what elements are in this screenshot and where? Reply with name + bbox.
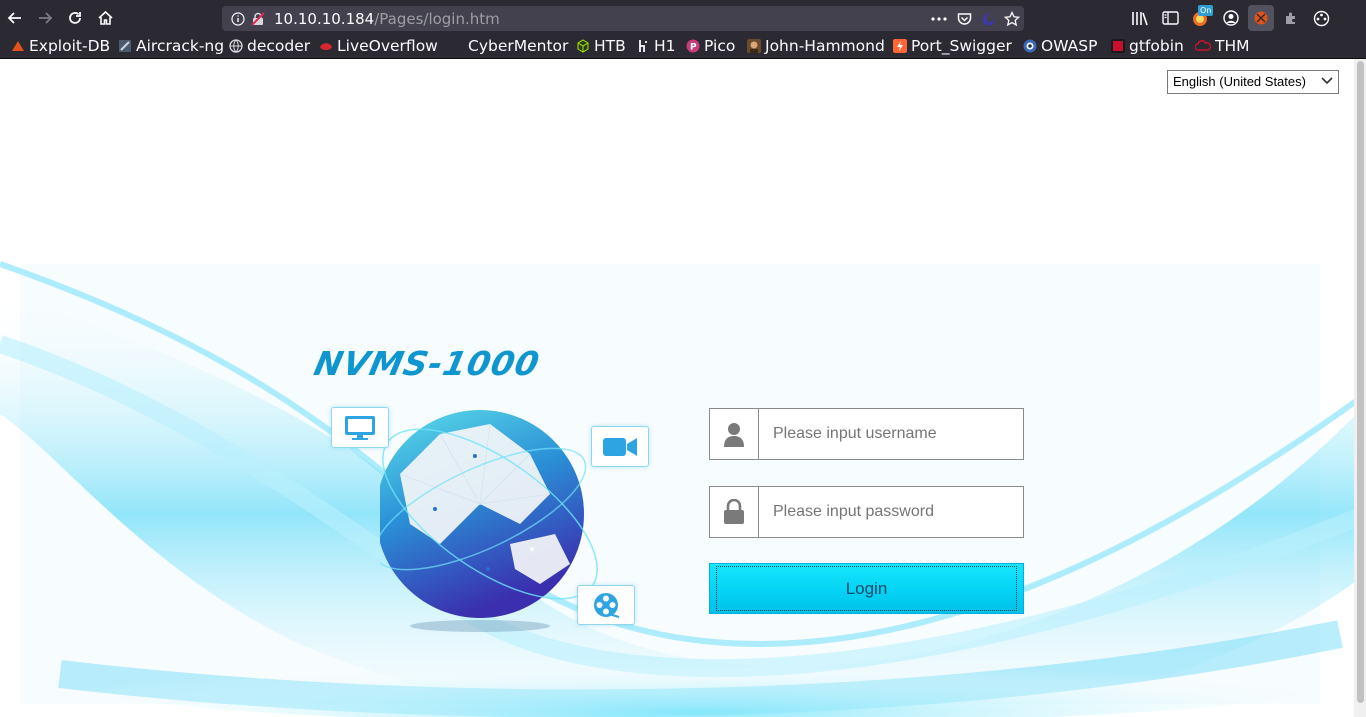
password-field (709, 486, 1024, 538)
bookmark-label: Port_Swigger (911, 37, 1012, 55)
bookmark-owasp[interactable]: OWASP (1023, 36, 1097, 56)
bookmark-label: OWASP (1041, 37, 1098, 55)
bookmark-label: Pico (704, 37, 736, 55)
library-icon[interactable] (1130, 8, 1150, 28)
login-button-label: Login (845, 578, 888, 598)
hackerone-icon (639, 40, 647, 52)
bookmark-star-icon[interactable] (1004, 11, 1020, 27)
puzzle-extension-icon[interactable] (1281, 8, 1301, 28)
video-camera-icon (603, 437, 637, 456)
aircrack-icon (119, 40, 131, 52)
url-path: /Pages/login.htm (374, 10, 500, 28)
globe-icon (229, 39, 243, 53)
bookmark-port-swigger[interactable]: Port_Swigger (893, 36, 1012, 56)
bookmark-exploit-db[interactable]: Exploit-DB (11, 36, 110, 56)
bookmark-aircrack-ng[interactable]: Aircrack-ng (118, 36, 224, 56)
account-icon[interactable] (1221, 8, 1241, 28)
owasp-icon (1023, 39, 1037, 53)
monitor-icon (345, 415, 375, 440)
htb-cube-icon (577, 39, 589, 53)
insecure-lock-icon[interactable] (250, 11, 266, 27)
bookmark-label: decoder (247, 37, 311, 55)
avatar-icon (747, 39, 761, 53)
foxyproxy-icon[interactable]: On (1190, 5, 1214, 28)
scrollbar-thumb[interactable] (1357, 61, 1364, 703)
portswigger-icon (893, 39, 907, 53)
cybermentor-icon (450, 39, 464, 53)
film-reel-icon (594, 593, 620, 618)
bookmark-thm[interactable]: THM (1195, 36, 1250, 56)
svg-text:P: P (690, 43, 697, 53)
bookmark-label: THM (1215, 37, 1250, 55)
page-actions-icon[interactable] (931, 11, 947, 27)
monitor-icon-box (331, 407, 389, 448)
gtfobins-icon (1111, 39, 1125, 53)
url-host: 10.10.10.184 (274, 10, 375, 28)
bookmark-john-hammond[interactable]: John-Hammond (747, 36, 885, 56)
bookmark-label: HTB (594, 37, 626, 55)
film-icon-box (577, 585, 635, 625)
bookmark-label: John-Hammond (765, 37, 885, 55)
bookmark-label: LiveOverflow (337, 37, 438, 55)
lock-icon (724, 499, 744, 524)
bookmark-cybermentor[interactable]: CyberMentor (450, 36, 568, 56)
url-bar[interactable]: 10.10.10.184/Pages/login.htm (222, 6, 1024, 31)
language-select-value: English (United States) (1173, 74, 1306, 89)
bookmarks-toolbar: Exploit-DB Aircrack-ng decoder LiveOverf… (0, 34, 1366, 59)
bookmark-label: gtfobin (1129, 37, 1184, 55)
thm-cloud-icon (1195, 40, 1211, 51)
page-scrollbar[interactable] (1354, 59, 1366, 717)
bookmark-label: Aircrack-ng (136, 37, 225, 55)
user-icon (724, 423, 744, 447)
reload-button[interactable] (65, 8, 85, 28)
url-text[interactable]: 10.10.10.184/Pages/login.htm (274, 10, 500, 28)
back-button[interactable] (5, 8, 25, 28)
bookmark-gtfobin[interactable]: gtfobin (1111, 36, 1184, 56)
bookmark-htb[interactable]: HTB (576, 36, 626, 56)
background-wave (0, 261, 1366, 717)
product-logo: NVMS-1000 (310, 344, 544, 383)
exploit-db-icon (12, 41, 24, 51)
forward-button[interactable] (35, 8, 55, 28)
language-select[interactable]: English (United States) (1167, 70, 1339, 94)
pico-icon: P (686, 39, 700, 53)
user-icon-box (710, 409, 759, 459)
bookmark-label: H1 (654, 37, 676, 55)
bookmark-pico[interactable]: P Pico (686, 36, 735, 56)
sidebar-icon[interactable] (1160, 8, 1180, 28)
password-input[interactable] (760, 487, 1023, 537)
lock-icon-box (710, 487, 759, 537)
login-button[interactable]: Login (709, 563, 1024, 614)
username-field (709, 408, 1024, 460)
info-icon[interactable] (230, 11, 246, 27)
bookmark-label: CyberMentor (468, 37, 569, 55)
bookmark-liveoverflow[interactable]: LiveOverflow (319, 36, 438, 56)
browser-toolbar: 10.10.10.184/Pages/login.htm On (0, 0, 1366, 34)
bookmark-decoder[interactable]: decoder (229, 36, 310, 56)
bookmark-label: Exploit-DB (29, 37, 111, 55)
liveoverflow-icon (320, 43, 332, 50)
chevron-down-icon (1321, 77, 1333, 85)
page-content: English (United States) NVMS-1000 Please… (0, 59, 1366, 717)
extension-active-icon[interactable] (1248, 5, 1274, 31)
username-input[interactable] (760, 409, 1023, 459)
menu-icon[interactable] (1311, 8, 1331, 28)
bookmark-h1[interactable]: H1 (636, 36, 676, 56)
camera-icon-box (591, 426, 649, 467)
extension-icon[interactable] (980, 11, 996, 27)
pocket-icon[interactable] (956, 11, 972, 27)
extension-badge: On (1198, 5, 1214, 16)
home-button[interactable] (95, 8, 115, 28)
